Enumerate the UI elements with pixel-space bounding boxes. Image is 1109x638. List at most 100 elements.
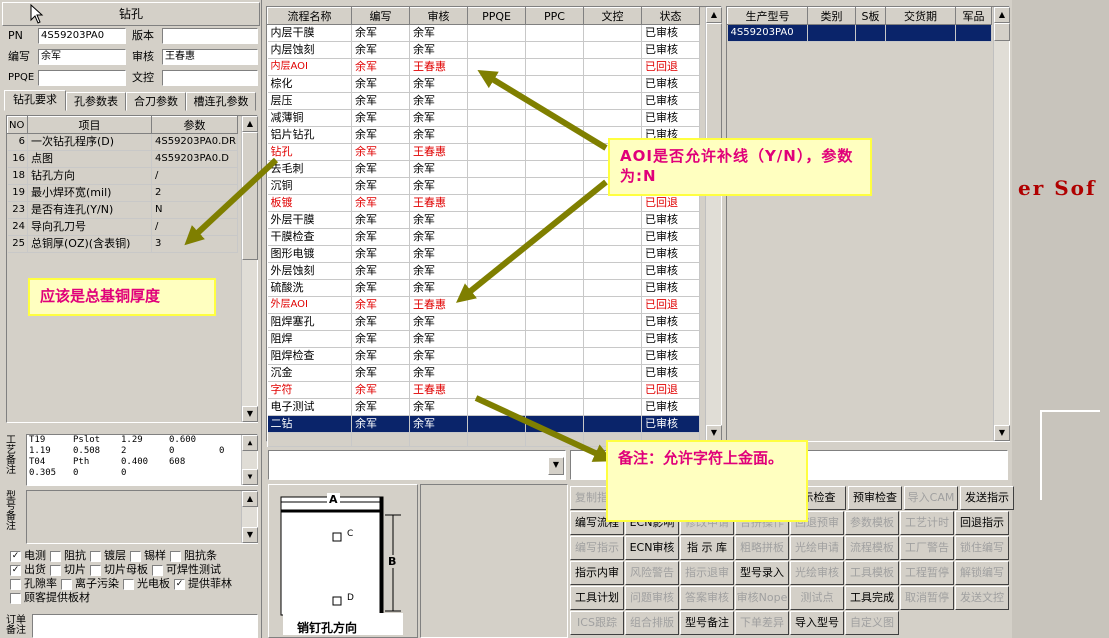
button-2-3[interactable]: 粗略拼板 [735,536,789,560]
column-header[interactable]: PPC [525,7,584,25]
checkbox-box[interactable] [90,550,101,562]
checkbox-box[interactable] [170,550,181,562]
button-4-4[interactable]: 测试点 [790,586,844,610]
author-field[interactable]: 余军 [38,49,126,65]
checkbox-box[interactable] [90,564,101,576]
button-1-6[interactable]: 工艺计时 [900,511,954,535]
checkbox-7[interactable]: 切片母板 [90,562,148,577]
table-row[interactable]: 18 钻孔方向 / [7,167,238,185]
scrollbar-thumb[interactable] [994,23,1010,41]
button-5-0[interactable]: ICS跟踪 [570,611,624,635]
checkmark-icon[interactable]: ✓ [10,564,21,576]
column-header[interactable]: 类别 [807,7,856,25]
table-row[interactable]: 外层干膜 余军 余军 已审核 [267,211,700,229]
tab-drill-requirements[interactable]: 钻孔要求 [4,90,66,111]
checkbox-box[interactable] [123,578,134,590]
column-header[interactable]: PPQE [467,7,526,25]
table-row[interactable]: 23 是否有连孔(Y/N) N [7,201,238,219]
scroll-down-arrow-icon[interactable]: ▼ [706,425,722,441]
table-row[interactable]: 层压 余军 余军 已审核 [267,92,700,110]
table-row[interactable]: 内层干膜 余军 余军 已审核 [267,24,700,42]
button-4-5[interactable]: 工具完成 [845,586,899,610]
table-row[interactable]: 硫酸洗 余军 余军 已审核 [267,279,700,297]
scroll-down-arrow-icon[interactable]: ▼ [242,406,258,422]
button-2-0[interactable]: 编写指示 [570,536,624,560]
column-header-param[interactable]: 参数 [151,116,238,134]
button-2-6[interactable]: 工厂警告 [900,536,954,560]
checkbox-6[interactable]: 切片 [50,562,86,577]
table-row[interactable]: 棕化 余军 余军 已审核 [267,75,700,93]
drill-table-scrollbar[interactable]: ▲ ▼ [241,116,258,422]
button-3-2[interactable]: 指示退审 [680,561,734,585]
ppqe-field[interactable] [38,70,126,86]
button-3-6[interactable]: 工程暂停 [900,561,954,585]
checkbox-2[interactable]: 镀层 [90,548,126,563]
button-3-5[interactable]: 工具模板 [845,561,899,585]
checkmark-icon[interactable]: ✓ [10,550,21,562]
model-note-scrollbar[interactable]: ▲ ▼ [241,491,258,543]
column-header-no[interactable]: NO [7,116,28,134]
table-row[interactable]: 外层AOI 余军 王春惠 已回退 [267,296,700,314]
table-row[interactable]: 字符 余军 王春惠 已回退 [267,381,700,399]
column-header[interactable]: 编写 [351,7,410,25]
button-3-1[interactable]: 风险警告 [625,561,679,585]
checkbox-box[interactable] [152,564,163,576]
scroll-down-arrow-icon[interactable]: ▼ [242,469,258,485]
checkbox-9[interactable]: 孔隙率 [10,576,57,591]
tool-note-box[interactable]: T19 Pslot 1.29 0.600 1.19 0.508 2 0 0 T04 Pth 0.400… [26,434,258,486]
table-row[interactable]: 4S59203PA0 [727,24,992,42]
tab-tool-merge-params[interactable]: 合刀参数 [126,92,186,111]
button-1-5[interactable]: 参数模板 [845,511,899,535]
table-row[interactable]: 阻焊 余军 余军 已审核 [267,330,700,348]
scroll-down-arrow-icon[interactable]: ▼ [242,527,258,543]
process-combo[interactable]: ▼ [268,450,566,480]
button-5-5[interactable]: 自定义图 [845,611,899,635]
checkbox-box[interactable] [10,592,21,604]
checkbox-4[interactable]: 阻抗条 [170,548,217,563]
column-header[interactable]: 军品 [955,7,992,25]
checkbox-box[interactable] [61,578,72,590]
table-row[interactable]: 6 一次钻孔程序(D) 4S59203PA0.DRL [7,133,238,151]
column-header[interactable]: S板 [855,7,886,25]
table-row[interactable]: 外层蚀刻 余军 余军 已审核 [267,262,700,280]
column-header[interactable]: 文控 [583,7,642,25]
table-row[interactable]: 板镀 余军 王春惠 已回退 [267,194,700,212]
scroll-up-arrow-icon[interactable]: ▲ [242,435,258,451]
tool-note-scrollbar[interactable]: ▲ ▼ [241,435,258,485]
checkbox-box[interactable] [130,550,141,562]
button-4-1[interactable]: 问题审核 [625,586,679,610]
button-2-7[interactable]: 锁住编写 [955,536,1009,560]
button-0-8[interactable]: 发送指示 [960,486,1014,510]
table-row[interactable]: 25 总铜厚(OZ)(含表铜) 3 [7,235,238,253]
column-header[interactable]: 交货期 [885,7,956,25]
review-field[interactable]: 王春惠 [162,49,258,65]
column-header[interactable]: 生产型号 [727,7,808,25]
button-2-1[interactable]: ECN审核 [625,536,679,560]
version-field[interactable] [162,28,258,44]
table-row[interactable]: 19 最小焊环宽(mil) 2 [7,184,238,202]
product-table-scrollbar[interactable]: ▲ ▼ [993,7,1010,441]
column-header[interactable]: 审核 [409,7,468,25]
table-row[interactable]: 减薄铜 余军 余军 已审核 [267,109,700,127]
doc-control-field[interactable] [162,70,258,86]
button-4-6[interactable]: 取消暂停 [900,586,954,610]
scroll-down-arrow-icon[interactable]: ▼ [994,425,1010,441]
button-5-3[interactable]: 下单差异 [735,611,789,635]
button-3-3[interactable]: 型号录入 [735,561,789,585]
column-header[interactable]: 流程名称 [267,7,352,25]
button-5-2[interactable]: 型号备注 [680,611,734,635]
button-4-7[interactable]: 发送文控 [955,586,1009,610]
process-table-scrollbar[interactable]: ▲ ▼ [705,7,722,441]
button-1-7[interactable]: 回退指示 [955,511,1009,535]
table-row[interactable]: 二钻 余军 余军 已审核 [267,415,700,433]
pn-field[interactable]: 4S59203PA0 [38,28,126,44]
button-2-5[interactable]: 流程模板 [845,536,899,560]
checkbox-8[interactable]: 可焊性测试 [152,562,221,577]
button-3-0[interactable]: 指示内审 [570,561,624,585]
tab-hole-params[interactable]: 孔参数表 [66,92,126,111]
table-row[interactable]: 阻焊检查 余军 余军 已审核 [267,347,700,365]
checkbox-11[interactable]: 光电板 [123,576,170,591]
button-5-4[interactable]: 导入型号 [790,611,844,635]
model-note-box[interactable]: ▲ ▼ [26,490,258,544]
button-2-2[interactable]: 指 示 库 [680,536,734,560]
